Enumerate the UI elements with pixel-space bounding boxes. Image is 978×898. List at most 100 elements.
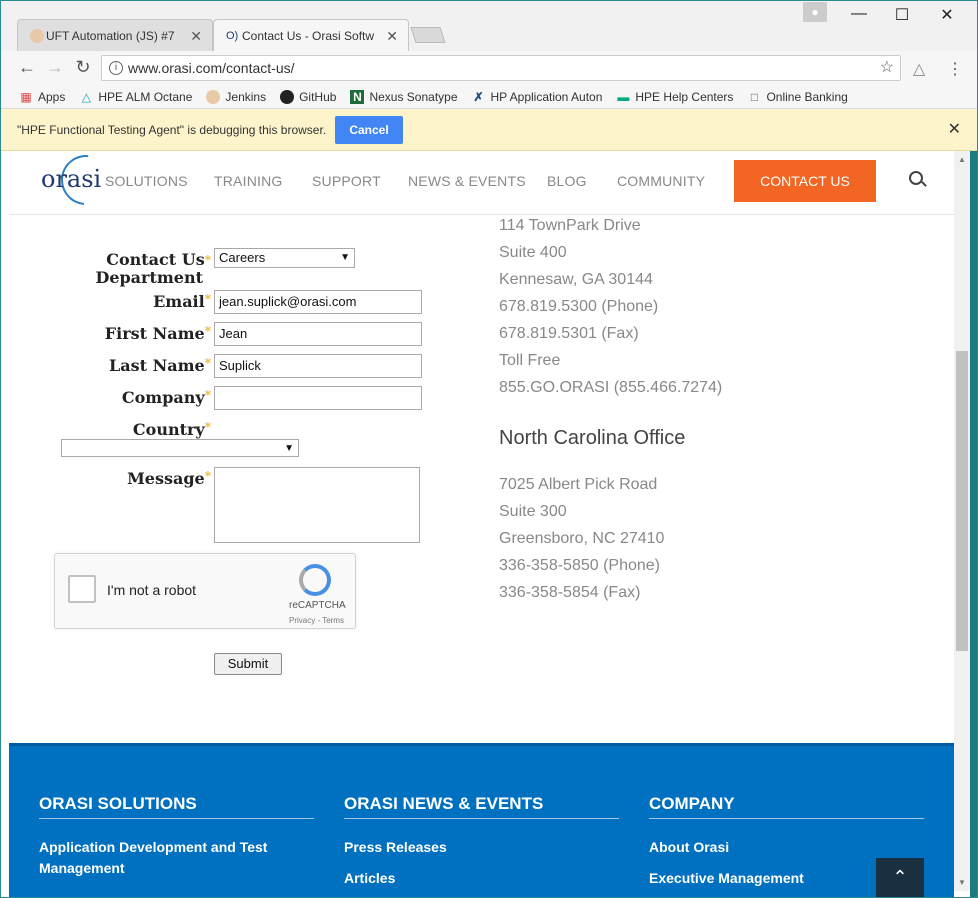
recaptcha-brand: reCAPTCHA: [289, 600, 346, 611]
nav-training[interactable]: TRAINING: [214, 173, 283, 189]
phone-line: 336-358-5850 (Phone): [499, 557, 661, 574]
department-label-line1: Contact Us: [106, 250, 205, 269]
last-name-field[interactable]: Suplick: [214, 354, 422, 378]
tab-title: Contact Us - Orasi Softw: [242, 28, 375, 43]
address-line: Kennesaw, GA 30144: [499, 271, 653, 288]
bookmark-label: Online Banking: [766, 89, 848, 104]
site-footer: ORASI SOLUTIONS Application Development …: [9, 743, 954, 897]
message-textarea[interactable]: [214, 467, 420, 543]
bookmark-octane[interactable]: △ HPE ALM Octane: [79, 89, 193, 104]
bookmark-label: GitHub: [299, 89, 337, 104]
jenkins-icon: [206, 89, 221, 104]
back-arrow-icon[interactable]: ←: [17, 57, 37, 77]
info-icon[interactable]: i: [109, 61, 123, 75]
close-tab-icon[interactable]: ✕: [190, 28, 202, 45]
bookmark-hp-application[interactable]: ✗ HP Application Auton: [472, 90, 602, 104]
bookmark-label: HPE Help Centers: [635, 89, 734, 104]
cancel-debug-button[interactable]: Cancel: [335, 116, 403, 144]
submit-button[interactable]: Submit: [214, 653, 282, 675]
window-edge: [970, 151, 977, 897]
drive-extension-icon[interactable]: △: [913, 59, 925, 79]
address-line: 7025 Albert Pick Road: [499, 476, 658, 493]
bookmark-hpe-help[interactable]: ▬ HPE Help Centers: [616, 90, 733, 104]
tab-contact-us[interactable]: O) Contact Us - Orasi Softw ✕: [213, 19, 409, 51]
chevron-down-icon: ▼: [284, 443, 294, 454]
user-profile-icon[interactable]: ●: [803, 2, 827, 22]
department-select[interactable]: Careers ▼: [214, 248, 355, 268]
scrollbar-thumb[interactable]: [956, 351, 968, 651]
logo-wordmark: orasi: [41, 165, 102, 193]
bookmarks-bar: ▦ Apps △ HPE ALM Octane Jenkins GitHub N…: [1, 85, 977, 109]
nav-solutions[interactable]: SOLUTIONS: [105, 173, 188, 189]
first-name-field[interactable]: Jean: [214, 322, 422, 346]
label-text: Email: [153, 292, 205, 311]
reload-icon[interactable]: ↻: [73, 57, 93, 77]
nc-office-title: North Carolina Office: [499, 427, 686, 449]
department-label: Contact Us* Department: [93, 251, 211, 287]
tab-title: UFT Automation (JS) #7: [46, 28, 175, 43]
company-field[interactable]: [214, 386, 422, 410]
contact-us-button[interactable]: CONTACT US: [734, 160, 876, 202]
label-text: First Name: [104, 324, 205, 343]
forward-arrow-icon[interactable]: →: [45, 57, 65, 77]
close-window-icon[interactable]: ✕: [937, 5, 957, 25]
phone-line: 678.819.5300 (Phone): [499, 298, 659, 315]
required-mark: *: [204, 292, 211, 306]
toll-free-line: 855.GO.ORASI (855.466.7274): [499, 379, 723, 396]
close-infobar-icon[interactable]: ✕: [948, 119, 961, 139]
country-select[interactable]: ▼: [61, 439, 299, 457]
footer-link[interactable]: Press Releases: [344, 837, 619, 858]
search-icon[interactable]: [909, 171, 923, 185]
bookmark-apps[interactable]: ▦ Apps: [19, 90, 65, 104]
required-mark: *: [204, 469, 211, 483]
page-icon: □: [750, 89, 759, 104]
scroll-to-top-button[interactable]: ⌃: [876, 858, 924, 897]
fax-line: 678.819.5301 (Fax): [499, 325, 639, 342]
scroll-down-icon[interactable]: ▼: [958, 878, 966, 887]
fax-line: 336-358-5854 (Fax): [499, 584, 641, 601]
minimize-icon[interactable]: —: [849, 5, 869, 23]
address-line: 114 TownPark Drive: [499, 217, 641, 234]
department-label-line2: Department: [95, 268, 203, 287]
company-label: Company*: [93, 388, 211, 407]
close-tab-icon[interactable]: ✕: [386, 28, 398, 45]
bookmark-star-icon[interactable]: ☆: [880, 56, 894, 80]
scroll-up-icon[interactable]: ▲: [958, 155, 966, 164]
footer-link[interactable]: Application Development and Test Managem…: [39, 837, 279, 879]
label-text: Message: [127, 469, 205, 488]
bookmark-label: Apps: [38, 89, 66, 104]
maximize-icon[interactable]: ☐: [892, 5, 912, 25]
required-mark: *: [204, 356, 211, 370]
bookmark-label: Jenkins: [225, 89, 267, 104]
address-bar[interactable]: i www.orasi.com/contact-us/ ☆: [101, 55, 901, 81]
email-field[interactable]: jean.suplick@orasi.com: [214, 290, 422, 314]
footer-col-news: ORASI NEWS & EVENTS Press Releases Artic…: [344, 794, 619, 889]
bookmark-online-banking[interactable]: □ Online Banking: [747, 89, 848, 104]
menu-dots-icon[interactable]: ⋮: [947, 59, 963, 79]
orasi-logo[interactable]: orasi: [41, 151, 122, 216]
footer-link[interactable]: About Orasi: [649, 837, 924, 858]
nav-news-events[interactable]: NEWS & EVENTS: [408, 173, 526, 189]
nav-community[interactable]: COMMUNITY: [617, 173, 705, 189]
bookmark-github[interactable]: GitHub: [280, 89, 337, 104]
footer-heading: ORASI NEWS & EVENTS: [344, 794, 619, 819]
bookmark-jenkins[interactable]: Jenkins: [206, 89, 267, 104]
address-line: Toll Free: [499, 352, 561, 369]
label-text: Country: [132, 420, 205, 439]
recaptcha-checkbox[interactable]: [68, 575, 96, 603]
message-label: Message*: [93, 469, 211, 488]
bookmark-nexus[interactable]: N Nexus Sonatype: [350, 89, 458, 104]
footer-link[interactable]: Articles: [344, 868, 619, 889]
web-page: orasi SOLUTIONS TRAINING SUPPORT NEWS & …: [9, 151, 954, 897]
required-mark: *: [204, 420, 211, 434]
tab-uft-automation[interactable]: UFT Automation (JS) #7 ✕: [17, 19, 213, 51]
recaptcha-label: I'm not a robot: [107, 582, 197, 598]
nav-support[interactable]: SUPPORT: [312, 173, 381, 189]
nav-blog[interactable]: BLOG: [547, 173, 587, 189]
recaptcha-privacy-terms[interactable]: Privacy - Terms: [289, 616, 344, 625]
bookmark-label: HPE ALM Octane: [98, 89, 193, 104]
debugging-infobar: "HPE Functional Testing Agent" is debugg…: [1, 109, 977, 151]
orasi-favicon-icon: O): [226, 30, 239, 42]
new-tab-button[interactable]: [410, 27, 446, 43]
page-scrollbar[interactable]: ▲ ▼: [954, 151, 970, 891]
